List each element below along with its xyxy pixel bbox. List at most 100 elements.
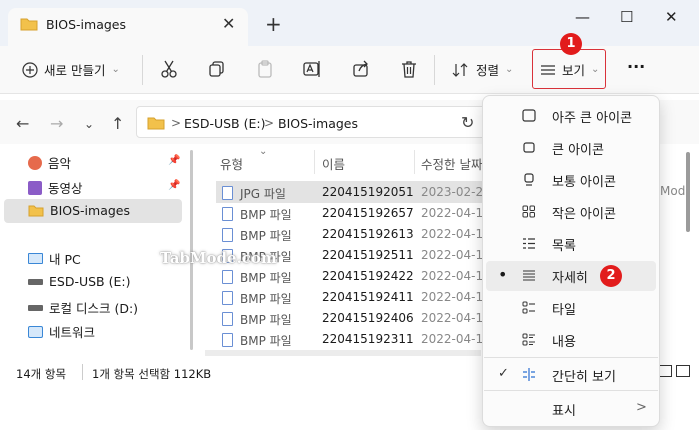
menu-item-content[interactable]: 내용 bbox=[486, 325, 656, 355]
file-name: 220415192406 bbox=[322, 311, 414, 325]
music-icon bbox=[28, 155, 42, 170]
menu-item-medium-icons[interactable]: 보통 아이콘 bbox=[486, 165, 656, 195]
sidebar-item-label: 음악 bbox=[48, 156, 72, 171]
menu-item-details[interactable]: • 자세히 bbox=[486, 261, 656, 291]
menu-divider bbox=[484, 357, 658, 358]
file-date: 2022-04-1 bbox=[421, 248, 484, 262]
tiles-view-toggle-icon[interactable] bbox=[676, 365, 690, 377]
details-icon bbox=[541, 64, 555, 75]
breadcrumb-sep-icon: > bbox=[264, 116, 275, 130]
compact-icon bbox=[523, 368, 535, 381]
sidebar-item-network[interactable]: 네트워크 bbox=[28, 322, 95, 341]
sidebar-item-label: 로컬 디스크 (D:) bbox=[49, 301, 139, 316]
image-file-icon bbox=[222, 291, 233, 305]
file-date: 2022-04-1 bbox=[421, 290, 484, 304]
new-tab-button[interactable]: + bbox=[265, 12, 282, 36]
details-view-toggle-icon[interactable] bbox=[658, 365, 672, 377]
file-date: 2022-04-1 bbox=[421, 311, 484, 325]
file-type: BMP 파일 bbox=[240, 334, 292, 348]
column-header-name[interactable]: 이름 bbox=[322, 154, 345, 173]
image-file-icon bbox=[222, 207, 233, 221]
menu-item-label: 작은 아이콘 bbox=[552, 207, 616, 222]
new-button-label: 새로 만들기 bbox=[44, 63, 106, 78]
column-divider bbox=[314, 150, 315, 174]
file-name: 220415192511 bbox=[322, 248, 414, 262]
file-name: 220415192051 bbox=[322, 185, 414, 199]
menu-item-label: 아주 큰 아이콘 bbox=[552, 111, 633, 126]
cut-icon[interactable] bbox=[158, 58, 180, 80]
menu-item-label: 내용 bbox=[552, 335, 576, 350]
menu-item-compact-view[interactable]: ✓ 간단히 보기 bbox=[486, 360, 656, 390]
file-type: BMP 파일 bbox=[240, 292, 292, 306]
sidebar-item-videos[interactable]: 동영상 bbox=[28, 178, 83, 197]
callout-badge-1: 1 bbox=[560, 33, 582, 55]
menu-item-show[interactable]: 표시 > bbox=[486, 394, 656, 424]
sidebar-item-local-disk-d[interactable]: 로컬 디스크 (D:) bbox=[28, 298, 138, 317]
plus-circle-icon bbox=[22, 61, 38, 78]
image-file-icon bbox=[222, 270, 233, 284]
file-name: 220415192613 bbox=[322, 227, 414, 241]
menu-item-small-icons[interactable]: 작은 아이콘 bbox=[486, 197, 656, 227]
watermark: TabMode.com bbox=[160, 249, 277, 267]
check-icon: ✓ bbox=[498, 366, 509, 381]
close-window-button[interactable]: ✕ bbox=[665, 8, 678, 26]
delete-icon[interactable] bbox=[398, 58, 420, 80]
column-header-type[interactable]: 유형 bbox=[220, 154, 243, 173]
sidebar-item-music[interactable]: 음악 bbox=[28, 153, 71, 172]
breadcrumb-drive[interactable]: ESD-USB (E:) bbox=[184, 116, 265, 131]
sidebar-item-esd-usb[interactable]: ESD-USB (E:) bbox=[28, 274, 130, 289]
menu-item-large-icons[interactable]: 큰 아이콘 bbox=[486, 133, 656, 163]
monitor-icon bbox=[524, 173, 534, 186]
minimize-button[interactable]: — bbox=[575, 8, 590, 26]
menu-item-list[interactable]: 목록 bbox=[486, 229, 656, 259]
toolbar-divider bbox=[434, 55, 435, 85]
folder-icon bbox=[147, 117, 165, 130]
menu-divider bbox=[484, 390, 658, 391]
file-name: 220415192422 bbox=[322, 269, 414, 283]
up-arrow-icon[interactable]: ↑ bbox=[111, 114, 124, 133]
tiles-icon bbox=[522, 301, 535, 314]
forward-arrow-icon[interactable]: → bbox=[50, 114, 63, 133]
sidebar-item-label: BIOS-images bbox=[50, 203, 130, 218]
paste-icon[interactable] bbox=[254, 58, 276, 80]
breadcrumb-folder[interactable]: BIOS-images bbox=[278, 116, 358, 131]
rename-icon[interactable] bbox=[301, 58, 323, 80]
sort-chevron-icon: ⌄ bbox=[259, 146, 268, 157]
menu-item-extra-large-icons[interactable]: 아주 큰 아이콘 bbox=[486, 101, 656, 131]
file-date: 2022-04-1 bbox=[421, 332, 484, 346]
sidebar-item-bios-images[interactable]: BIOS-images bbox=[28, 203, 130, 218]
more-options-button[interactable]: ··· bbox=[627, 57, 645, 76]
network-icon bbox=[28, 325, 43, 338]
refresh-icon[interactable]: ↻ bbox=[461, 113, 474, 132]
folder-icon bbox=[20, 18, 38, 31]
file-type: BMP 파일 bbox=[240, 229, 292, 243]
tab-bios-images[interactable] bbox=[8, 8, 248, 46]
sidebar-item-this-pc[interactable]: 내 PC bbox=[28, 249, 81, 268]
sidebar-item-label: ESD-USB (E:) bbox=[49, 274, 131, 289]
file-type: BMP 파일 bbox=[240, 271, 292, 285]
callout-badge-2: 2 bbox=[600, 265, 622, 287]
sidebar-item-label: 동영상 bbox=[48, 181, 83, 196]
vertical-scrollbar[interactable] bbox=[686, 152, 690, 232]
back-arrow-icon[interactable]: ← bbox=[16, 114, 29, 133]
share-icon[interactable] bbox=[350, 58, 372, 80]
recent-chevron-icon[interactable]: ⌄ bbox=[84, 117, 94, 131]
sidebar-item-label: 내 PC bbox=[49, 252, 81, 267]
view-button-content: 보기 ⌄ bbox=[540, 60, 599, 79]
details-icon bbox=[523, 270, 535, 281]
horizontal-scrollbar[interactable] bbox=[205, 350, 481, 356]
sort-button[interactable]: 정렬 ⌄ bbox=[452, 60, 513, 79]
pc-icon bbox=[28, 253, 43, 264]
tab-close-icon[interactable]: ✕ bbox=[222, 14, 235, 33]
chevron-down-icon: ⌄ bbox=[111, 64, 120, 75]
toolbar-divider bbox=[142, 55, 143, 85]
maximize-button[interactable]: ☐ bbox=[620, 8, 633, 26]
tab-title: BIOS-images bbox=[46, 17, 126, 32]
new-button[interactable]: 새로 만들기 ⌄ bbox=[22, 60, 120, 79]
copy-icon[interactable] bbox=[206, 58, 228, 80]
column-header-modified[interactable]: 수정한 날짜 bbox=[421, 154, 482, 173]
file-date: 2022-04-1 bbox=[421, 227, 484, 241]
menu-item-tiles[interactable]: 타일 bbox=[486, 293, 656, 323]
status-selection: 1개 항목 선택함 112KB bbox=[92, 367, 212, 381]
sidebar-item-label: 네트워크 bbox=[49, 325, 96, 340]
